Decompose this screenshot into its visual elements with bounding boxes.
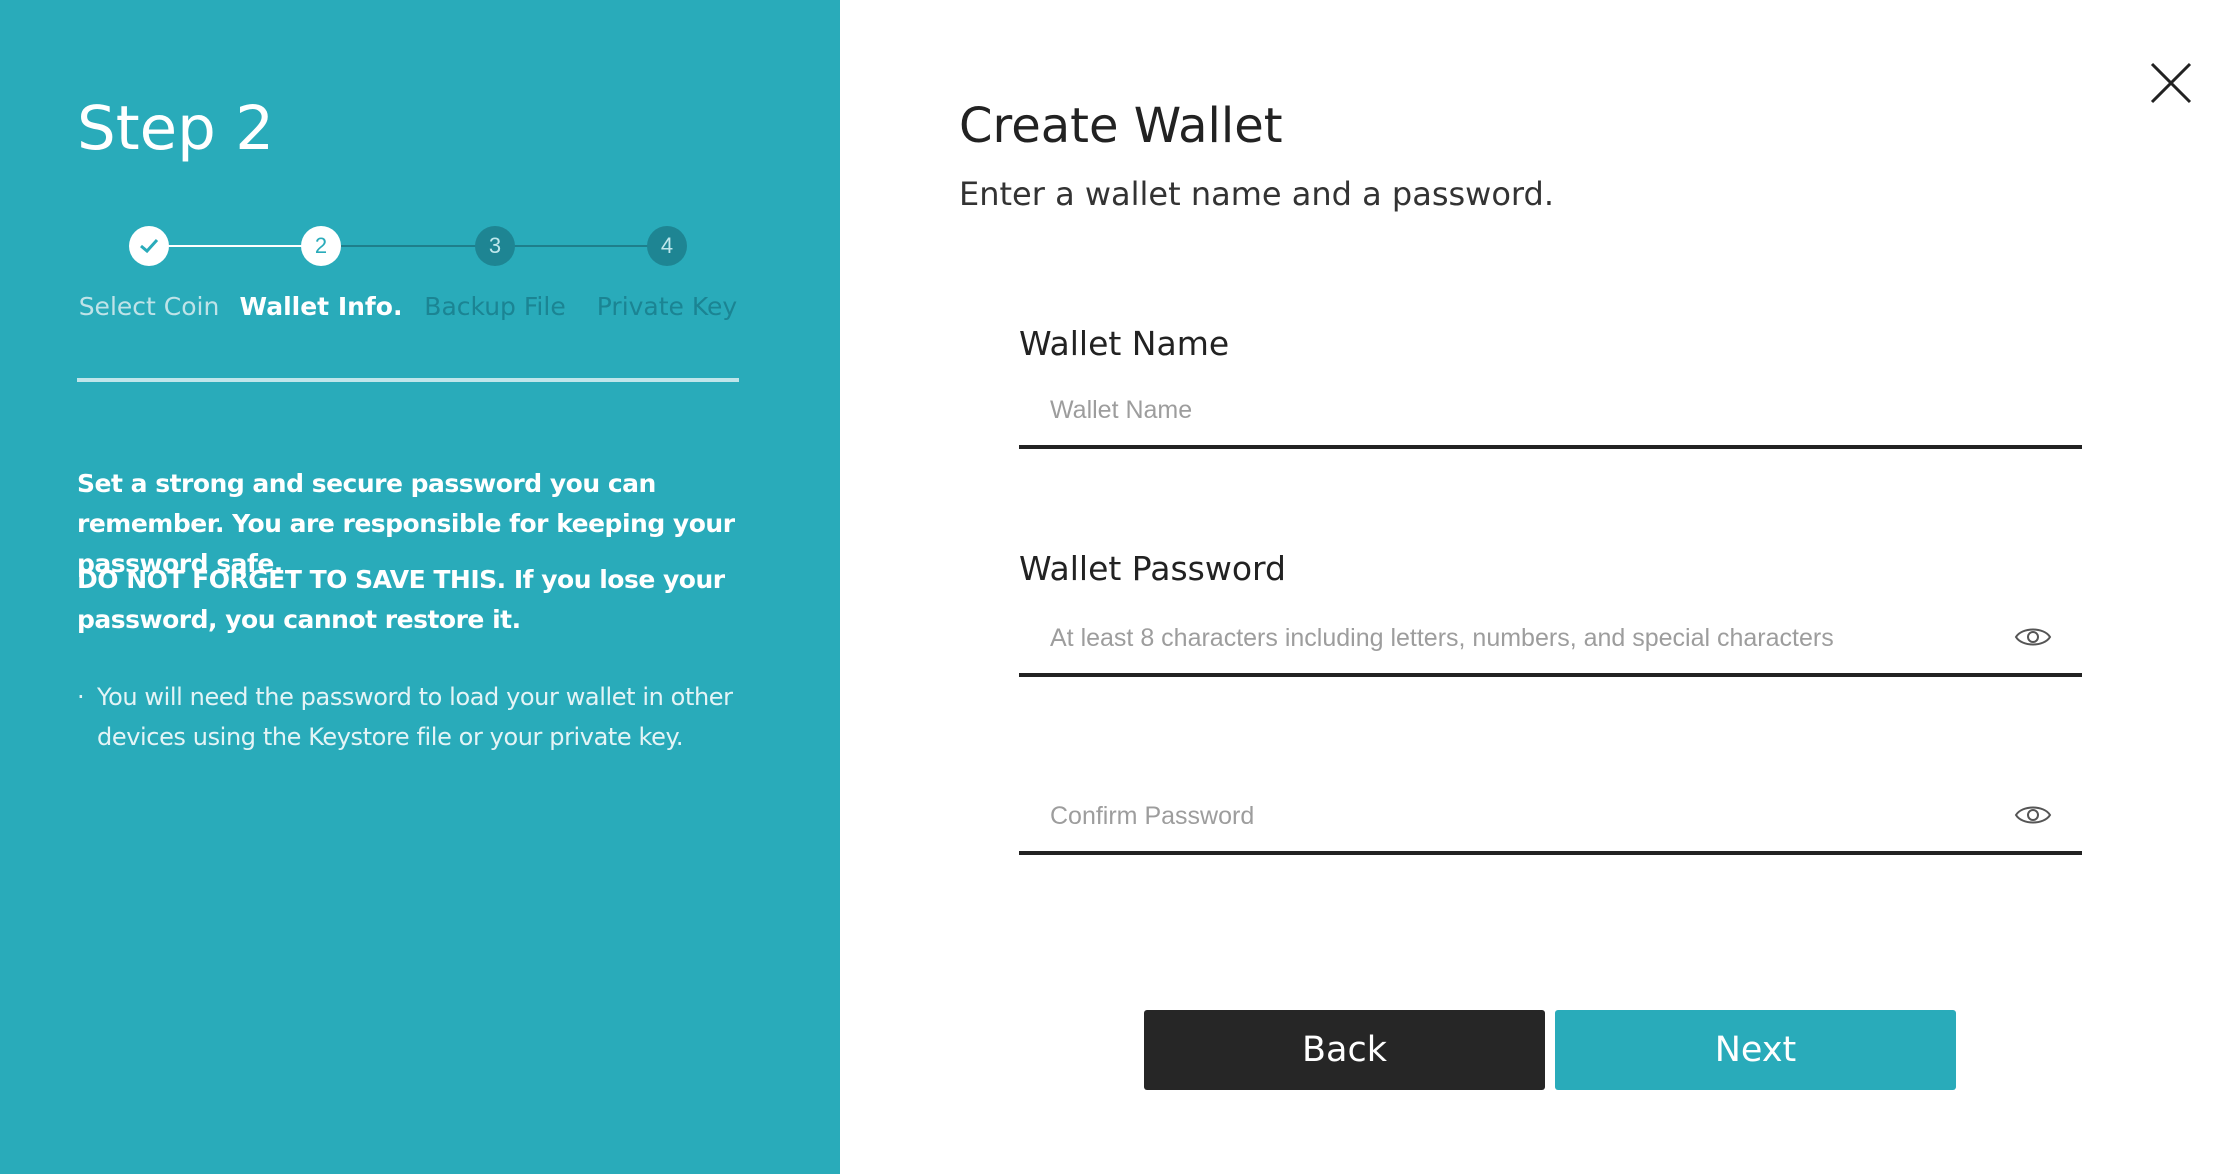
progress-stepper: 2 3 4 Select Coin Wallet Info. Backup Fi… <box>0 0 840 400</box>
step-1-label: Select Coin <box>78 292 220 321</box>
close-icon <box>2150 62 2192 104</box>
wallet-password-field <box>1019 603 2082 677</box>
form-subtitle: Enter a wallet name and a password. <box>959 175 1554 213</box>
password-warning: DO NOT FORGET TO SAVE THIS. If you lose … <box>77 565 725 634</box>
step-1-check-circle <box>129 226 169 266</box>
step-2-label: Wallet Info. <box>239 292 403 321</box>
next-button[interactable]: Next <box>1555 1010 1956 1090</box>
wallet-name-field <box>1019 375 2082 449</box>
step-sidebar: Step 2 2 3 4 Select Coin Wallet Info. Ba… <box>0 0 840 1174</box>
wallet-password-label: Wallet Password <box>1019 549 1286 588</box>
show-password-toggle[interactable] <box>2014 623 2052 651</box>
show-confirm-password-toggle[interactable] <box>2014 801 2052 829</box>
check-icon <box>140 238 159 254</box>
stepper-line-completed <box>149 245 321 247</box>
sidebar-divider <box>77 378 739 382</box>
eye-icon <box>2014 628 2052 646</box>
confirm-password-input[interactable] <box>1050 781 1990 851</box>
close-button[interactable] <box>2146 58 2196 108</box>
step-3-label: Backup File <box>424 292 566 321</box>
note-bullet: · <box>77 683 85 711</box>
eye-icon <box>2014 806 2052 824</box>
note-text: You will need the password to load your … <box>97 683 733 751</box>
back-button[interactable]: Back <box>1144 1010 1545 1090</box>
confirm-password-field <box>1019 781 2082 855</box>
password-note: · You will need the password to load you… <box>77 677 757 757</box>
step-3-circle: 3 <box>475 226 515 266</box>
form-title: Create Wallet <box>959 98 1283 154</box>
wallet-name-label: Wallet Name <box>1019 324 1230 363</box>
wallet-password-input[interactable] <box>1050 603 1990 673</box>
step-2-circle: 2 <box>301 226 341 266</box>
wallet-name-input[interactable] <box>1050 375 1990 445</box>
step-4-circle: 4 <box>647 226 687 266</box>
step-4-label: Private Key <box>596 292 738 321</box>
